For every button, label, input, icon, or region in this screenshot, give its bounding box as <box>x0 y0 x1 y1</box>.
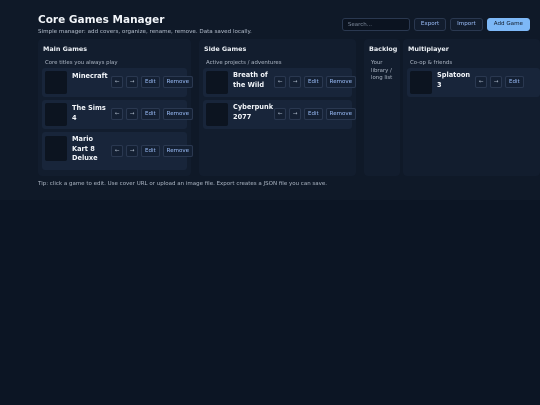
move-right-button[interactable]: → <box>289 76 301 88</box>
card-actions: ← → Edit Remove <box>111 145 193 157</box>
edit-button[interactable]: Edit <box>141 108 160 120</box>
column-title: Multiplayer <box>408 45 449 53</box>
game-cover <box>410 71 432 94</box>
game-card[interactable]: Minecraft ← → Edit Remove <box>42 68 193 97</box>
app-window: Core Games Manager Simple manager: add c… <box>0 0 540 200</box>
card-actions: ← → Edit Remove <box>274 108 356 120</box>
game-card[interactable]: Cyberpunk 2077 ← → Edit Remove <box>203 100 356 129</box>
remove-button[interactable]: Remove <box>162 145 193 157</box>
game-cover <box>206 103 228 126</box>
column-title: Side Games <box>204 45 247 53</box>
game-name: Minecraft <box>72 72 108 80</box>
game-cover <box>45 71 67 94</box>
import-button[interactable]: Import <box>450 18 483 31</box>
move-right-button[interactable]: → <box>126 108 138 120</box>
card-actions: ← → Edit Remove <box>111 76 193 88</box>
move-right-button[interactable]: → <box>126 76 138 88</box>
game-cover <box>45 103 67 126</box>
game-name: Breath of the Wild <box>233 71 268 89</box>
column-main-games: Main Games Core titles you always play M… <box>38 39 193 176</box>
move-right-button[interactable]: → <box>289 108 301 120</box>
game-name: Cyberpunk 2077 <box>233 103 274 121</box>
move-right-button[interactable]: → <box>490 76 502 88</box>
column-side-games: Side Games Active projects / adventures … <box>199 39 356 176</box>
footer-tip: Tip: click a game to edit. Use cover URL… <box>38 181 328 187</box>
column-subtitle: Core titles you always play <box>45 60 118 66</box>
edit-button[interactable]: Edit <box>141 145 160 157</box>
move-left-button[interactable]: ← <box>111 108 123 120</box>
board: Main Games Core titles you always play M… <box>38 39 540 176</box>
edit-button[interactable]: Edit <box>141 76 160 88</box>
column-subtitle: Active projects / adventures <box>206 60 282 66</box>
column-subtitle: Co-op & friends <box>410 60 453 66</box>
game-card[interactable]: Breath of the Wild ← → Edit Remove <box>203 68 356 97</box>
add-game-button[interactable]: Add Game <box>486 18 530 31</box>
column-subtitle: Your library / long list <box>371 60 393 81</box>
move-left-button[interactable]: ← <box>475 76 487 88</box>
move-left-button[interactable]: ← <box>111 145 123 157</box>
move-left-button[interactable]: ← <box>111 76 123 88</box>
game-card[interactable]: Mario Kart 8 Deluxe ← → Edit Remove <box>42 132 193 170</box>
card-actions: ← → Edit <box>475 76 524 88</box>
move-left-button[interactable]: ← <box>274 108 286 120</box>
remove-button[interactable]: Remove <box>162 76 193 88</box>
game-name: The Sims 4 <box>72 104 106 122</box>
toolbar: Export Import Add Game <box>341 18 530 31</box>
column-title: Backlog <box>369 45 398 53</box>
edit-button[interactable]: Edit <box>304 76 323 88</box>
search-input[interactable] <box>341 18 410 31</box>
header: Core Games Manager Simple manager: add c… <box>38 14 252 35</box>
game-cover <box>206 71 228 94</box>
remove-button[interactable]: Remove <box>162 108 193 120</box>
game-card[interactable]: Splatoon 3 ← → Edit <box>407 68 540 97</box>
game-name: Mario Kart 8 Deluxe <box>72 135 98 162</box>
export-button[interactable]: Export <box>413 18 447 31</box>
card-actions: ← → Edit Remove <box>111 108 193 120</box>
edit-button[interactable]: Edit <box>304 108 323 120</box>
page-title: Core Games Manager <box>38 14 165 26</box>
column-title: Main Games <box>43 45 87 53</box>
page-subtitle: Simple manager: add covers, organize, re… <box>38 29 252 35</box>
move-right-button[interactable]: → <box>126 145 138 157</box>
game-name: Splatoon 3 <box>437 71 471 89</box>
game-cover <box>45 136 67 161</box>
card-actions: ← → Edit Remove <box>274 76 356 88</box>
move-left-button[interactable]: ← <box>274 76 286 88</box>
game-card[interactable]: The Sims 4 ← → Edit Remove <box>42 100 193 129</box>
edit-button[interactable]: Edit <box>505 76 524 88</box>
remove-button[interactable]: Remove <box>325 76 356 88</box>
column-backlog: Backlog Your library / long list <box>364 39 400 176</box>
column-multiplayer: Multiplayer Co-op & friends Splatoon 3 ←… <box>403 39 540 176</box>
remove-button[interactable]: Remove <box>325 108 356 120</box>
